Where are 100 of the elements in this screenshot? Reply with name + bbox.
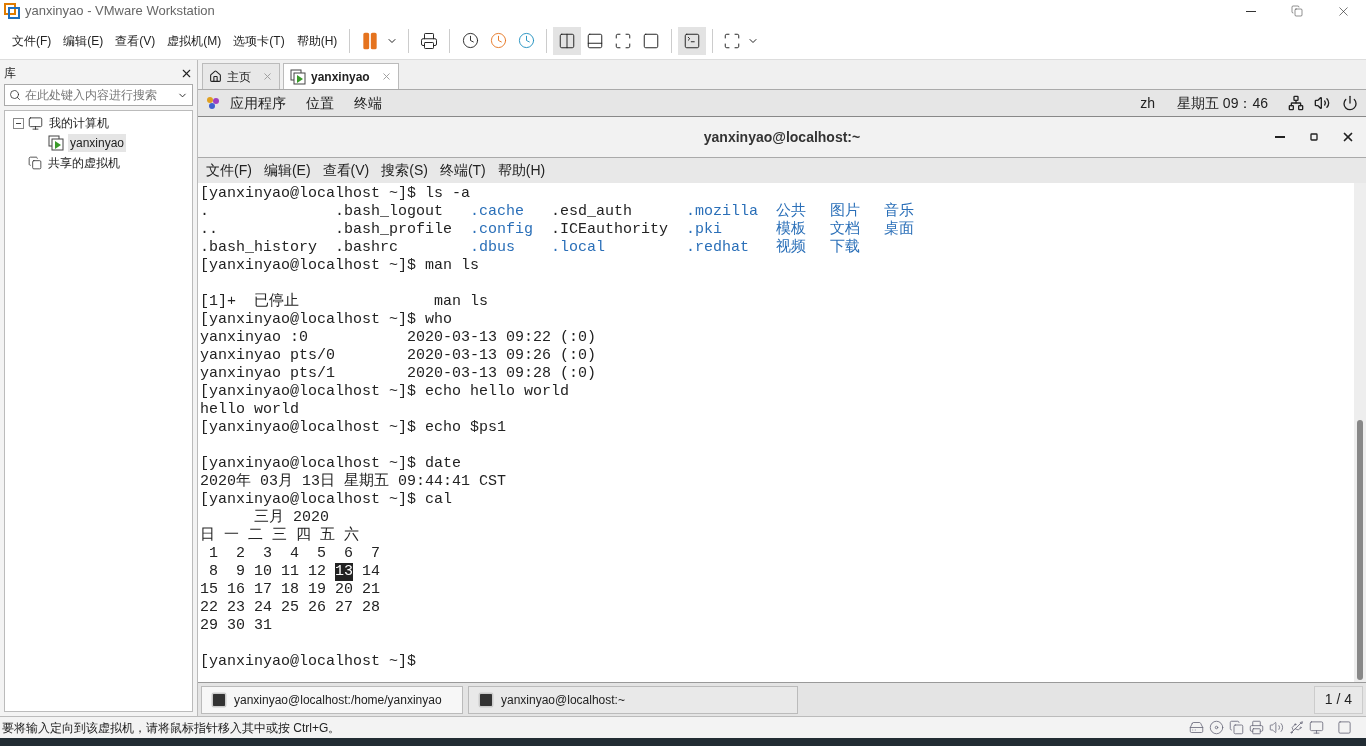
window-title: yanxinyao - VMware Workstation xyxy=(25,2,215,21)
file-name: .bash_logout xyxy=(335,203,444,220)
file-name: .. xyxy=(200,221,218,238)
terminal-text: hello world xyxy=(200,401,300,419)
clock[interactable]: 星期五 09：46 xyxy=(1176,92,1268,114)
file-name: .bash_history xyxy=(200,239,318,256)
taskbar-window[interactable]: yanxinyao@localhost:~ xyxy=(468,685,798,714)
terminal-text: 8 9 10 11 12 xyxy=(208,563,327,581)
file-name: .bash_profile xyxy=(335,221,453,238)
directory-name: .mozilla xyxy=(686,203,758,220)
monitor-icon xyxy=(28,115,43,131)
close-icon xyxy=(1341,130,1355,144)
terminal-text: [yanxinyao@localhost ~]$ echo hello world xyxy=(200,383,570,401)
restore-icon xyxy=(1291,5,1303,17)
terminal-text: 15 16 17 18 19 20 21 xyxy=(200,581,381,599)
terminal-text: 22 23 24 25 26 27 28 xyxy=(200,599,381,617)
library-view-icon[interactable] xyxy=(553,26,582,55)
terminal-text: yanxinyao pts/1 2020-03-13 09:28 (:0) xyxy=(200,365,597,383)
directory-name: .local xyxy=(551,239,605,256)
terminal-text: 29 30 31 xyxy=(200,617,272,635)
close-tab-icon[interactable] xyxy=(262,71,273,82)
directory-name: 图片 xyxy=(830,203,860,220)
directory-name: .redhat xyxy=(686,239,749,256)
network-adapter-icon[interactable] xyxy=(1229,720,1244,735)
panel-title: 库 xyxy=(4,65,16,82)
file-name: .ICEauthority xyxy=(551,221,669,238)
terminal-menu-item[interactable]: 查看(V) xyxy=(316,160,376,181)
directory-name: .dbus xyxy=(470,239,515,256)
input-method[interactable]: zh xyxy=(1140,92,1155,114)
terminal-menu-item[interactable]: 编辑(E) xyxy=(257,160,317,181)
vm-icon xyxy=(290,68,306,85)
directory-name: 音乐 xyxy=(884,203,914,220)
directory-name: 下载 xyxy=(830,239,860,256)
terminal-menu-item[interactable]: 搜索(S) xyxy=(375,160,434,181)
tree-item[interactable]: 我的计算机 xyxy=(47,114,111,132)
top-menu[interactable]: 应用程序 xyxy=(230,92,286,114)
terminal-text: 2020年 03月 13日 星期五 09:44:41 CST xyxy=(200,473,507,491)
search-field[interactable]: 在此处键入内容进行搜索 xyxy=(4,84,193,106)
terminal-text: [yanxinyao@localhost ~]$ xyxy=(200,653,417,671)
terminal-text: [yanxinyao@localhost ~]$ who xyxy=(200,311,453,329)
cd-icon[interactable] xyxy=(1209,720,1224,735)
terminal-text: 14 xyxy=(362,563,381,581)
menu-item[interactable]: 帮助(H) xyxy=(290,31,344,50)
file-name: .bashrc xyxy=(335,239,398,256)
terminal-text: [yanxinyao@localhost ~]$ date xyxy=(200,455,462,472)
menu-item[interactable]: 文件(F) xyxy=(6,31,58,50)
terminal-title: yanxinyao@localhost:~ xyxy=(703,127,861,147)
vm-icon xyxy=(48,135,64,151)
directory-name: 视频 xyxy=(776,239,806,256)
close-tab-icon[interactable] xyxy=(380,71,392,82)
network-icon[interactable] xyxy=(1288,95,1304,111)
terminal-text: 三月 2020 xyxy=(253,509,330,527)
minimize-icon xyxy=(1275,136,1285,138)
app-logo-icon xyxy=(4,3,20,19)
taskbar-window[interactable]: yanxinyao@localhost:/home/yanxinyao xyxy=(201,685,463,714)
current-day: 13 xyxy=(335,563,354,581)
terminal-menu-item[interactable]: 文件(F) xyxy=(200,160,258,181)
sound-icon[interactable] xyxy=(1269,720,1284,735)
terminal-text: [yanxinyao@localhost ~]$ echo $ps1 xyxy=(200,419,507,437)
menu-item[interactable]: 编辑(E) xyxy=(57,31,110,50)
file-name: .esd_auth xyxy=(551,203,632,220)
terminal-icon xyxy=(210,690,228,709)
directory-name: 公共 xyxy=(776,203,806,220)
terminal-icon xyxy=(477,690,495,709)
scrollbar-thumb[interactable] xyxy=(1357,420,1363,680)
apps-icon xyxy=(206,96,220,110)
shared-vm-icon xyxy=(28,156,42,170)
top-menu[interactable]: 位置 xyxy=(306,92,334,114)
maximize-icon xyxy=(1310,133,1318,141)
status-message: 要将输入定向到该虚拟机，请将鼠标指针移入其中或按 Ctrl+G。 xyxy=(2,719,341,737)
menu-item[interactable]: 选项卡(T) xyxy=(227,31,291,50)
terminal-menu-item[interactable]: 终端(T) xyxy=(433,160,492,181)
printer-icon[interactable] xyxy=(1249,720,1264,735)
display-icon[interactable] xyxy=(1309,720,1324,735)
terminal-text: [1]+ 已停止 man ls xyxy=(200,293,489,311)
tree-item[interactable]: yanxinyao xyxy=(68,134,127,152)
file-name: . xyxy=(200,203,209,220)
terminal-text: yanxinyao pts/0 2020-03-13 09:26 (:0) xyxy=(200,347,597,365)
volume-icon[interactable] xyxy=(1314,95,1330,111)
workspace-indicator[interactable]: 1 / 4 xyxy=(1313,685,1363,714)
top-menu[interactable]: 终端 xyxy=(354,92,382,114)
menu-item[interactable]: 查看(V) xyxy=(109,31,162,50)
tab[interactable]: yanxinyao xyxy=(283,63,399,89)
tree-item[interactable]: 共享的虚拟机 xyxy=(46,154,122,172)
directory-name: .cache xyxy=(470,203,524,220)
minimize-icon xyxy=(1246,10,1256,12)
usb-icon[interactable] xyxy=(1289,720,1304,735)
terminal-text: yanxinyao :0 2020-03-13 09:22 (:0) xyxy=(200,329,597,347)
stretch-icon xyxy=(723,31,742,50)
directory-name: 桌面 xyxy=(884,221,914,238)
console-view-icon[interactable] xyxy=(678,26,707,55)
menu-item[interactable]: 虚拟机(M) xyxy=(161,31,228,50)
terminal-text: [yanxinyao@localhost ~]$ man ls xyxy=(200,257,480,275)
directory-name: .pki xyxy=(686,221,722,238)
tab[interactable]: 主页 xyxy=(202,63,280,89)
power-icon[interactable] xyxy=(1342,95,1358,111)
collapse-toggle[interactable] xyxy=(13,117,24,129)
terminal-text: 日 一 二 三 四 五 六 xyxy=(200,527,359,545)
home-icon xyxy=(209,70,222,83)
terminal-menu-item[interactable]: 帮助(H) xyxy=(491,160,552,181)
